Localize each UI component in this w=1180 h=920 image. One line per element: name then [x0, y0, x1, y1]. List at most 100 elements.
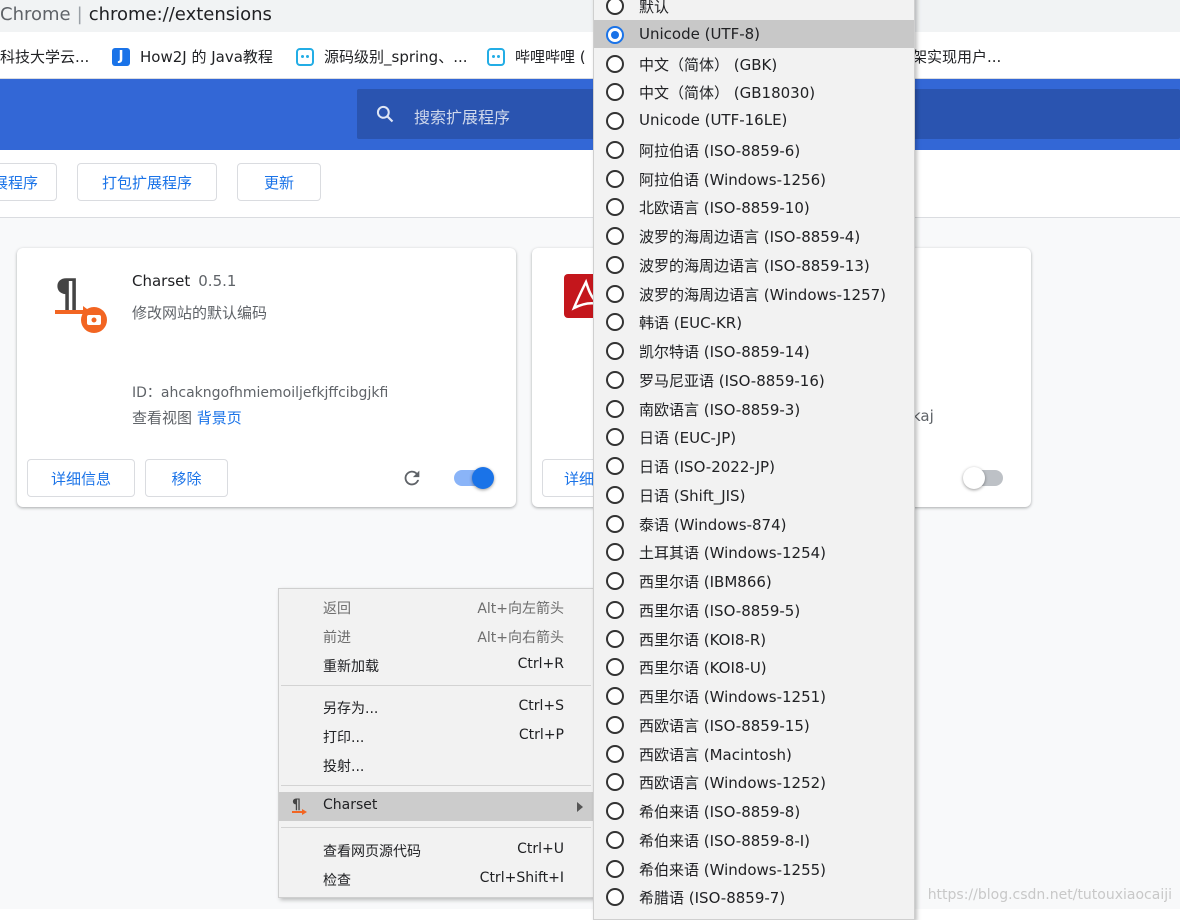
charset-option[interactable]: 北欧语言 (ISO-8859-10) [594, 192, 914, 220]
menu-item-reload[interactable]: 重新加载 Ctrl+R [279, 651, 593, 680]
menu-item-charset[interactable]: ¶ Charset [279, 792, 593, 821]
radio-icon [606, 284, 624, 303]
pack-extension-button[interactable]: 打包扩展程序 [77, 163, 217, 201]
charset-option[interactable]: Unicode (UTF-8) [594, 19, 914, 48]
menu-item-cast[interactable]: 投射... [279, 751, 593, 780]
menu-item-shortcut: Ctrl+P [518, 727, 564, 743]
charset-option-label: 中文（简体） (GB18030) [639, 84, 816, 103]
menu-item-label: 打印... [323, 730, 365, 746]
menu-item-forward[interactable]: 前进 Alt+向右箭头 [279, 622, 593, 651]
charset-option-label: 阿拉伯语 (Windows-1256) [639, 170, 827, 189]
load-unpacked-button[interactable]: 展程序 [0, 163, 57, 201]
bookmark-item[interactable]: J How2J 的 Java教程 [112, 46, 273, 67]
charset-option[interactable]: 波罗的海周边语言 (Windows-1257) [594, 279, 914, 307]
bookmark-item[interactable]: 科技大学云... [0, 46, 89, 67]
extension-version: 0.5.1 [198, 272, 237, 290]
charset-option[interactable]: 波罗的海周边语言 (ISO-8859-4) [594, 221, 914, 249]
charset-option[interactable]: 西里尔语 (Windows-1251) [594, 681, 914, 709]
remove-button[interactable]: 移除 [145, 459, 228, 497]
charset-option-label: 西欧语言 (ISO-8859-15) [639, 716, 810, 735]
svg-text:¶: ¶ [55, 272, 79, 315]
charset-option-label: 西里尔语 (Windows-1251) [639, 688, 827, 706]
menu-separator [281, 785, 591, 786]
charset-submenu: 默认 Unicode (UTF-8) 中文（简体） (GBK) 中文（简体） (GB1… [593, 0, 915, 920]
charset-option[interactable]: 西欧语言 (ISO-8859-15) [594, 710, 914, 738]
charset-option[interactable]: 西里尔语 (IBM866) [594, 566, 914, 594]
charset-option-label: 西里尔语 (KOI8-U) [639, 659, 767, 678]
charset-option[interactable]: 日语 (ISO-2022-JP) [594, 451, 914, 479]
details-button[interactable]: 详细信息 [27, 459, 135, 497]
charset-option-label: Unicode (UTF-16LE) [639, 111, 788, 129]
charset-option-label: 凯尔特语 (ISO-8859-14) [639, 343, 810, 361]
extension-card-charset: ¶ Charset 0.5.1 修改网站的默认编码 ID：ahcakngofhmi… [17, 248, 516, 507]
menu-item-view-source[interactable]: 查看网页源代码 Ctrl+U [279, 836, 593, 865]
menu-item-shortcut: Ctrl+R [517, 656, 564, 672]
charset-option[interactable]: 波罗的海周边语言 (ISO-8859-13) [594, 250, 914, 278]
charset-option[interactable]: 中文（简体） (GBK) [594, 49, 914, 77]
menu-item-label: 前进 [323, 630, 351, 646]
menu-item-back[interactable]: 返回 Alt+向左箭头 [279, 593, 593, 622]
charset-option[interactable]: 泰语 (Windows-874) [594, 509, 914, 537]
charset-option[interactable]: 土耳其语 (Windows-1254) [594, 537, 914, 565]
charset-option[interactable]: 希腊语 (ISO-8859-7) [594, 882, 914, 910]
charset-option-label: 韩语 (EUC-KR) [639, 314, 743, 333]
charset-option-label: 北欧语言 (ISO-8859-10) [639, 199, 810, 218]
charset-option[interactable]: 希伯来语 (Windows-1255) [594, 854, 914, 882]
charset-option[interactable]: 西欧语言 (Windows-1252) [594, 767, 914, 795]
bilibili-icon [487, 47, 505, 66]
menu-item-print[interactable]: 打印... Ctrl+P [279, 722, 593, 751]
bookmark-label: How2J 的 Java教程 [140, 48, 273, 66]
enable-toggle[interactable] [454, 467, 494, 489]
radio-icon [606, 687, 624, 705]
extension-id-tail: kaj [912, 407, 934, 425]
charset-option[interactable]: 日语 (Shift_JIS) [594, 480, 914, 508]
charset-option[interactable]: 希伯来语 (ISO-8859-8) [594, 796, 914, 824]
charset-option[interactable]: 韩语 (EUC-KR) [594, 307, 914, 335]
radio-icon [606, 83, 624, 102]
radio-icon [606, 25, 624, 44]
radio-icon [606, 0, 624, 15]
bookmark-label: 科技大学云... [0, 48, 90, 66]
charset-option[interactable]: 阿拉伯语 (ISO-8859-6) [594, 135, 914, 163]
radio-icon [606, 399, 624, 418]
charset-option[interactable]: 西里尔语 (KOI8-R) [594, 624, 914, 652]
search-placeholder: 搜索扩展程序 [414, 108, 511, 127]
url-display[interactable]: Chrome | chrome://extensions [0, 4, 272, 25]
charset-option[interactable]: 阿拉伯语 (Windows-1256) [594, 164, 914, 192]
charset-option[interactable]: 中文（简体） (GB18030) [594, 77, 914, 105]
bookmark-item[interactable]: 哔哩哔哩 ( [487, 46, 586, 67]
menu-item-label: Charset [323, 797, 378, 813]
radio-icon [606, 514, 624, 533]
charset-option[interactable]: 日语 (EUC-JP) [594, 422, 914, 450]
charset-option[interactable]: 南欧语言 (ISO-8859-3) [594, 394, 914, 422]
url-text: chrome://extensions [88, 4, 272, 25]
charset-option[interactable]: Unicode (UTF-16LE) [594, 106, 914, 134]
charset-option[interactable]: 罗马尼亚语 (ISO-8859-16) [594, 365, 914, 393]
charset-option[interactable]: 西欧语言 (Macintosh) [594, 739, 914, 767]
enable-toggle[interactable] [963, 467, 1003, 489]
menu-item-label: 另存为... [323, 701, 379, 717]
background-page-link[interactable]: 背景页 [197, 409, 242, 427]
svg-text:¶: ¶ [292, 797, 301, 813]
extensions-header: 搜索扩展程序 [0, 79, 1180, 150]
charset-option[interactable]: 西里尔语 (ISO-8859-5) [594, 595, 914, 623]
charset-option-label: 西里尔语 (KOI8-R) [639, 630, 767, 649]
charset-option[interactable]: 默认 [594, 0, 914, 19]
address-bar[interactable]: Chrome | chrome://extensions [0, 0, 1180, 32]
bookmark-item[interactable]: 源码级别_spring、... [296, 46, 468, 67]
charset-option[interactable]: 凯尔特语 (ISO-8859-14) [594, 336, 914, 364]
reload-icon[interactable] [401, 467, 423, 489]
charset-option[interactable]: 西里尔语 (KOI8-U) [594, 652, 914, 680]
bookmark-item[interactable]: 架实现用户... [912, 46, 1001, 67]
charset-option[interactable]: 希伯来语 (ISO-8859-8-I) [594, 825, 914, 853]
id-value: ahcakngofhmiemoiljefkjffcibgjkfi [160, 385, 389, 401]
menu-item-shortcut: Ctrl+U [517, 841, 564, 857]
menu-item-inspect[interactable]: 检查 Ctrl+Shift+I [279, 865, 593, 894]
extensions-toolbar: 展程序 打包扩展程序 更新 [0, 150, 1180, 218]
watermark: https://blog.csdn.net/tutouxiaocaiji [927, 887, 1172, 903]
extension-id: ID：ahcakngofhmiemoiljefkjffcibgjkfi [132, 382, 388, 402]
radio-icon [606, 140, 624, 159]
charset-option-label: 西欧语言 (Macintosh) [639, 745, 792, 764]
update-button[interactable]: 更新 [237, 163, 321, 201]
menu-item-save-as[interactable]: 另存为... Ctrl+S [279, 693, 593, 722]
